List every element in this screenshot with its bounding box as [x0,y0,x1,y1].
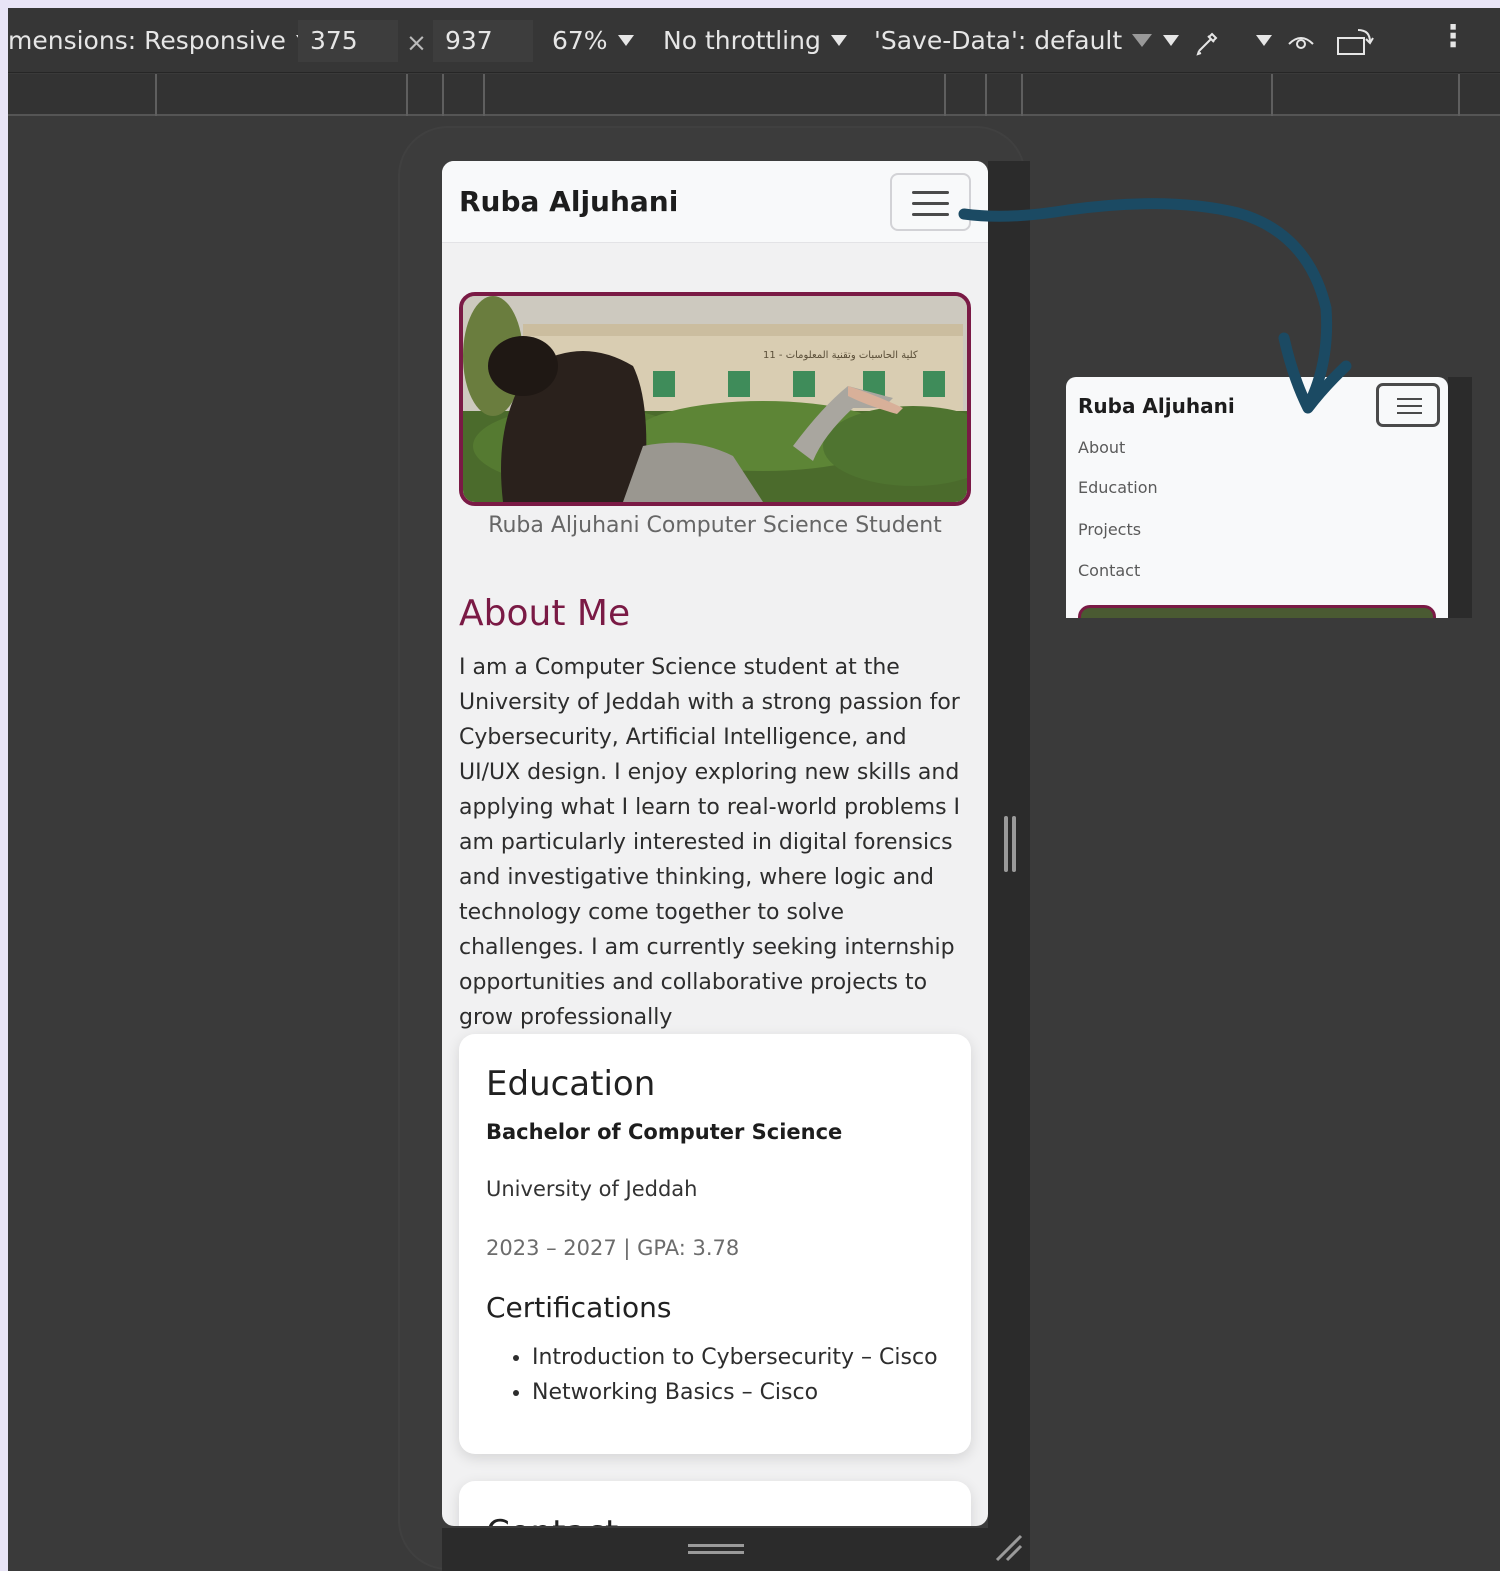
preview-navbar-brand[interactable]: Ruba Aljuhani [1078,394,1235,418]
rotate-icon [1337,29,1374,55]
ruler-tick [1271,74,1273,116]
ruler-tick [155,74,157,116]
ruler-tick [1021,74,1023,116]
ruler-tick [944,74,946,116]
caret-down-icon [1132,34,1153,47]
hamburger-icon [1397,412,1422,414]
ruler-tick [442,74,444,116]
hamburger-icon [912,213,949,216]
eye-icon [1288,37,1314,49]
education-card: Education Bachelor of Computer Science U… [459,1034,971,1454]
eyedropper-icon [1196,32,1218,56]
dimensions-dropdown[interactable]: mensions: Responsive [8,26,312,56]
caret-down-icon [1256,35,1272,46]
dimensions-label: mensions: Responsive [8,26,286,55]
navbar: Ruba Aljuhani [442,161,988,243]
phone-viewport: Ruba Aljuhani 11 - كلية الحاسبات وتقنية … [442,161,988,1526]
university-name: University of Jeddah [486,1177,698,1201]
preview-navbar-toggler-button[interactable] [1376,383,1440,427]
years-gpa: 2023 – 2027 | GPA: 3.78 [486,1236,740,1260]
preview-scrollbar [1448,377,1472,618]
ruler-tick [985,74,987,116]
vision-button[interactable] [1246,26,1316,57]
nav-link-projects[interactable]: Projects [1078,520,1141,539]
caret-down-icon [830,35,847,46]
degree-title: Bachelor of Computer Science [486,1120,843,1144]
about-heading: About Me [459,593,631,634]
nav-link-about[interactable]: About [1078,438,1125,457]
list-item: Introduction to Cybersecurity – Cisco [532,1340,938,1375]
caret-down-icon [1163,35,1179,46]
nav-link-contact[interactable]: Contact [1078,561,1140,580]
times-icon: × [406,28,427,57]
list-item: Networking Basics – Cisco [532,1375,938,1410]
hero-image: 11 - كلية الحاسبات وتقنية المعلومات [459,292,971,506]
certifications-heading: Certifications [486,1291,672,1324]
zoom-dropdown[interactable]: 67% [552,26,634,56]
devtools-stage: mensions: Responsive 375 × 937 67% No th… [8,8,1500,1571]
resize-handle[interactable] [1004,816,1008,872]
education-heading: Education [486,1064,656,1104]
device-toolbar: mensions: Responsive 375 × 937 67% No th… [8,8,1500,73]
resize-handle[interactable] [688,1551,744,1554]
width-input[interactable]: 375 [298,20,398,62]
resize-handle[interactable] [688,1544,744,1547]
ruler-tick [483,74,485,116]
expanded-menu-preview: Ruba Aljuhani About Education Projects C… [1066,377,1448,618]
eyedropper-button[interactable] [1153,26,1223,57]
bottom-resize-bar[interactable] [442,1528,1030,1571]
rotate-button[interactable] [1336,26,1374,58]
zoom-label: 67% [552,26,608,55]
contact-heading: Contact [486,1513,618,1526]
contact-card: Contact [459,1481,971,1526]
more-options-icon[interactable]: ⋮ [1438,22,1468,52]
resize-corner-icon[interactable] [993,1532,1025,1564]
throttling-label: No throttling [663,26,821,55]
ruler-tick [1458,74,1460,116]
hamburger-icon [1397,405,1422,407]
hamburger-icon [912,202,949,205]
save-data-dropdown[interactable]: 'Save-Data': default [874,26,1153,56]
resize-handle[interactable] [1012,816,1016,872]
throttling-dropdown[interactable]: No throttling [663,26,847,56]
ruler-tick [406,74,408,116]
navbar-toggler-button[interactable] [890,173,971,231]
caret-down-icon [617,35,634,46]
hamburger-icon [1397,398,1422,400]
about-paragraph: I am a Computer Science student at the U… [459,655,961,1030]
side-resize-bar[interactable] [988,161,1030,1571]
save-data-label: 'Save-Data': default [874,26,1123,55]
nav-link-education[interactable]: Education [1078,478,1158,497]
hamburger-icon [912,191,949,194]
height-input[interactable]: 937 [433,20,533,62]
certifications-list: Introduction to Cybersecurity – Cisco Ne… [532,1340,938,1410]
hero-caption: Ruba Aljuhani Computer Science Student [488,513,942,538]
navbar-brand[interactable]: Ruba Aljuhani [459,185,678,218]
hero-photo: 11 - كلية الحاسبات وتقنية المعلومات [463,296,967,502]
media-query-ruler[interactable] [8,74,1500,116]
preview-hero-image-edge [1078,605,1436,618]
building-sign: 11 - كلية الحاسبات وتقنية المعلومات [763,350,918,361]
